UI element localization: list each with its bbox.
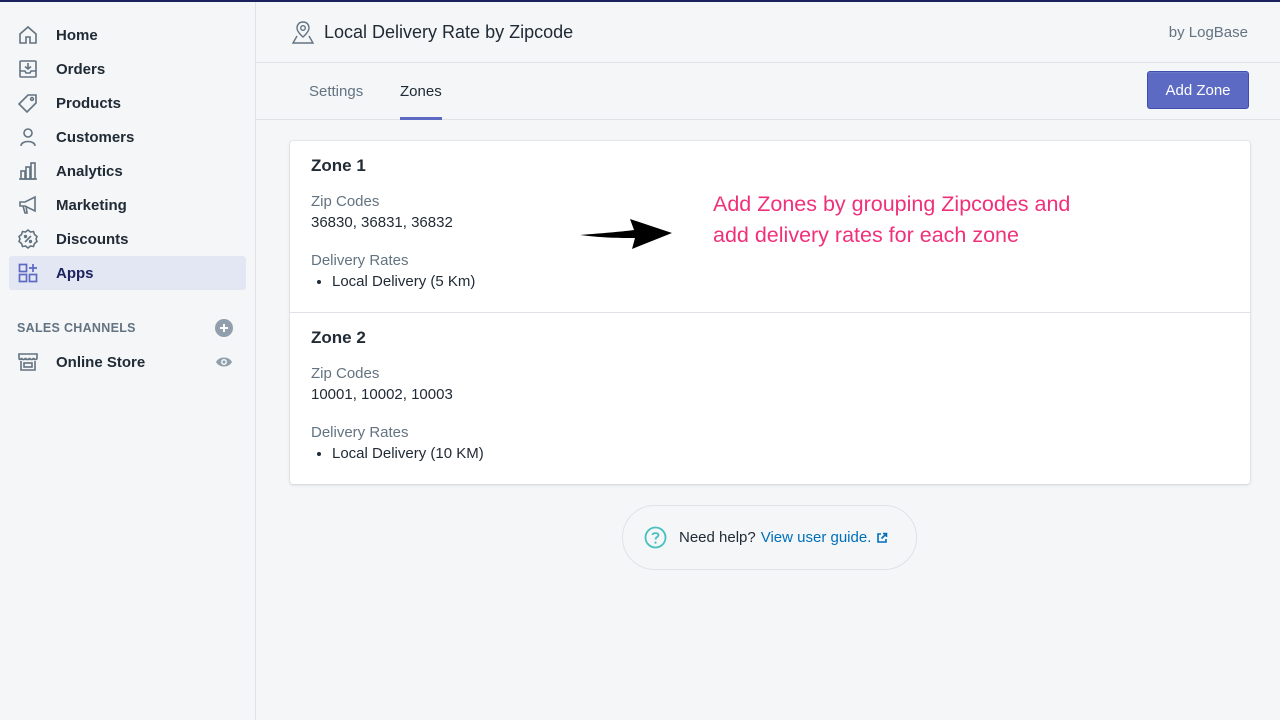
discount-icon [17,228,39,250]
home-icon [17,24,39,46]
zone-title: Zone 2 [311,328,366,347]
zone-title: Zone 1 [311,156,366,175]
add-zone-button[interactable]: Add Zone [1147,71,1249,109]
sidebar-item-label: Products [56,94,122,112]
plus-icon [220,324,228,332]
add-sales-channel-button[interactable] [215,319,233,337]
sidebar: Home Orders Products Customers Analytics [0,2,256,720]
sidebar-item-home[interactable]: Home [9,18,246,52]
online-store-link: Online Store [17,351,145,373]
sidebar-item-orders[interactable]: Orders [9,52,246,86]
megaphone-icon [17,194,39,216]
zone-section[interactable]: Zone 1 Zip Codes 36830, 36831, 36832 Del… [290,141,1250,312]
page-title: Local Delivery Rate by Zipcode [324,21,574,42]
sidebar-item-discounts[interactable]: Discounts [9,222,246,256]
app-title-group: Local Delivery Rate by Zipcode [290,19,573,45]
help-text: Need help? [679,529,756,546]
sidebar-item-label: Marketing [56,196,127,214]
sales-channels-heading: SALES CHANNELS [17,311,233,345]
arrow-right-icon [580,219,672,249]
bar-chart-icon [17,160,39,182]
orders-icon [17,58,39,80]
delivery-rates-list: Local Delivery (5 Km) [332,271,1229,292]
sidebar-item-products[interactable]: Products [9,86,246,120]
sidebar-item-customers[interactable]: Customers [9,120,246,154]
zones-card: Zone 1 Zip Codes 36830, 36831, 36832 Del… [290,141,1250,484]
sidebar-item-analytics[interactable]: Analytics [9,154,246,188]
online-store-label: Online Store [56,353,146,371]
sidebar-item-apps[interactable]: Apps [9,256,246,290]
sidebar-item-marketing[interactable]: Marketing [9,188,246,222]
sidebar-item-label: Analytics [56,162,123,180]
sidebar-item-online-store[interactable]: Online Store [9,345,233,379]
sidebar-nav: Home Orders Products Customers Analytics [0,2,255,290]
delivery-rates-label: Delivery Rates [311,424,409,441]
apps-grid-icon [17,262,39,284]
sidebar-item-label: Customers [56,128,135,146]
delivery-rates-list: Local Delivery (10 KM) [332,443,1229,464]
store-icon [17,351,39,373]
eye-icon[interactable] [215,353,233,371]
person-icon [17,126,39,148]
sales-channels-label: SALES CHANNELS [17,321,136,335]
external-link-icon[interactable] [876,532,888,544]
annotation-text: Add Zones by grouping Zipcodes and add d… [713,192,1071,247]
help-question-icon [644,526,667,549]
zip-codes-value: 10001, 10002, 10003 [311,386,453,403]
tab-settings[interactable]: Settings [309,63,363,120]
sidebar-item-label: Home [56,26,98,44]
app-developer: by LogBase [1168,23,1248,41]
sidebar-item-label: Apps [56,264,94,282]
user-guide-link[interactable]: View user guide. [761,529,872,546]
sidebar-item-label: Orders [56,60,106,78]
sidebar-item-label: Discounts [56,230,129,248]
help-footer: Need help? View user guide. [622,505,917,570]
map-pin-icon [291,21,315,44]
zip-codes-label: Zip Codes [311,365,380,382]
delivery-rates-label: Delivery Rates [311,252,409,269]
zone-section[interactable]: Zone 2 Zip Codes 10001, 10002, 10003 Del… [290,312,1250,483]
delivery-rate-item: Local Delivery (5 Km) [332,271,1229,292]
delivery-rate-item: Local Delivery (10 KM) [332,443,1229,464]
tab-zones[interactable]: Zones [400,63,442,120]
tabs-bar: Settings Zones Add Zone [256,63,1280,120]
tag-icon [17,92,39,114]
app-header: Local Delivery Rate by Zipcode by LogBas… [256,2,1280,63]
